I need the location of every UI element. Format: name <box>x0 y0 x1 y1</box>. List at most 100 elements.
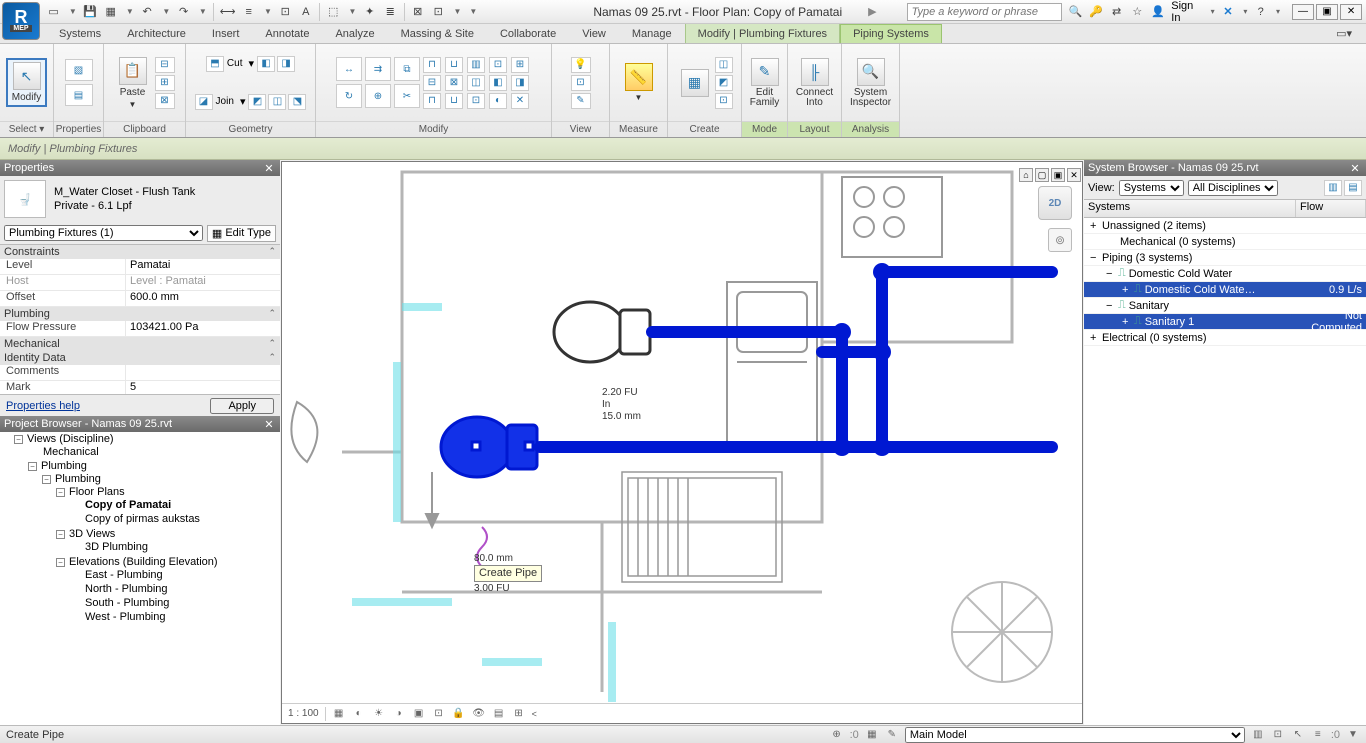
mod-10[interactable]: ◨ <box>511 75 529 91</box>
mod-12[interactable]: ⊔ <box>445 93 463 109</box>
geo-btn3[interactable]: ◩ <box>248 94 266 110</box>
property-row[interactable]: Mark5 <box>0 381 280 394</box>
tree-node[interactable]: Mechanical <box>28 446 280 458</box>
tree-root[interactable]: −Views (Discipline) <box>14 433 280 445</box>
tree-node[interactable]: Copy of Pamatai <box>70 499 280 511</box>
lock-icon[interactable]: 🔒 <box>452 708 466 720</box>
system-browser-table[interactable]: SystemsFlow +Unassigned (2 items)Mechani… <box>1084 200 1366 725</box>
create-button[interactable]: ▦ <box>677 67 713 99</box>
detail-level-icon[interactable]: ▦ <box>332 708 346 720</box>
system-inspector-button[interactable]: 🔍System Inspector <box>846 56 895 110</box>
mod-4[interactable]: ⊡ <box>489 57 507 73</box>
3d-icon[interactable]: ⬚ <box>326 4 341 20</box>
close-inactive-icon[interactable]: ⊠ <box>410 4 425 20</box>
sb-column-btn2[interactable]: ▤ <box>1344 180 1362 196</box>
view-btn3[interactable]: ✎ <box>571 93 591 109</box>
property-row[interactable]: Comments <box>0 365 280 381</box>
redo-icon[interactable]: ↷ <box>176 4 191 20</box>
ribbon-expand-icon[interactable]: ▭▾ <box>1322 24 1366 43</box>
sync-icon[interactable]: ▦ <box>103 4 118 20</box>
tab-annotate[interactable]: Annotate <box>252 24 322 43</box>
clip-button[interactable]: ⊠ <box>155 93 175 109</box>
tab-modify-plumbing[interactable]: Modify | Plumbing Fixtures <box>685 24 840 43</box>
connect-into-button[interactable]: ╟Connect Into <box>792 56 837 110</box>
tree-node[interactable]: 3D Plumbing <box>70 541 280 553</box>
rotate-button[interactable]: ↻ <box>336 84 362 108</box>
property-category[interactable]: Mechanical⌃ <box>0 337 280 351</box>
sb-col-systems[interactable]: Systems <box>1084 200 1296 217</box>
type-properties-button[interactable]: ▧ <box>65 59 93 81</box>
mod-5[interactable]: ⊞ <box>511 57 529 73</box>
mirror-button[interactable]: ⧉ <box>394 57 420 81</box>
tab-piping-systems[interactable]: Piping Systems <box>840 24 942 43</box>
st-icon2[interactable]: ▦ <box>865 729 879 741</box>
property-row[interactable]: Offset600.0 mm <box>0 291 280 307</box>
sb-col-flow[interactable]: Flow <box>1296 200 1366 217</box>
window-close-button[interactable]: ✕ <box>1340 4 1362 20</box>
favorite-icon[interactable]: ☆ <box>1130 4 1145 20</box>
binoculars-icon[interactable]: 🔍 <box>1068 4 1083 20</box>
tag-icon[interactable]: ⊡ <box>278 4 293 20</box>
scale-label[interactable]: 1 : 100 <box>288 708 319 719</box>
geo-btn4[interactable]: ◫ <box>268 94 286 110</box>
crop-region-icon[interactable]: ⊡ <box>432 708 446 720</box>
window-restore-button[interactable]: ▣ <box>1316 4 1338 20</box>
offset-button[interactable]: ⇉ <box>365 57 391 81</box>
system-row[interactable]: −Piping (3 systems) <box>1084 250 1366 266</box>
shadows-icon[interactable]: ◑ <box>392 708 406 720</box>
sb-column-btn1[interactable]: ▥ <box>1324 180 1342 196</box>
geo-btn5[interactable]: ⬔ <box>288 94 306 110</box>
save-icon[interactable]: 💾 <box>83 4 98 20</box>
measure-button[interactable]: 📏▼ <box>621 61 657 104</box>
tab-architecture[interactable]: Architecture <box>114 24 199 43</box>
cope-button[interactable]: ⬒ <box>206 56 224 72</box>
system-row[interactable]: Mechanical (0 systems) <box>1084 234 1366 250</box>
copy-button[interactable]: ⊞ <box>155 75 175 91</box>
geo-btn1[interactable]: ◧ <box>257 56 275 72</box>
visual-style-icon[interactable]: ◐ <box>352 708 366 720</box>
sb-view-select[interactable]: Systems <box>1119 180 1184 196</box>
join-label[interactable]: Join <box>216 96 234 107</box>
property-category[interactable]: Identity Data⌃ <box>0 351 280 365</box>
copy2-button[interactable]: ⊕ <box>365 84 391 108</box>
undo-icon[interactable]: ↶ <box>140 4 155 20</box>
system-browser-title-bar[interactable]: System Browser - Namas 09 25.rvt✕ <box>1084 160 1366 176</box>
properties-help-link[interactable]: Properties help <box>6 400 80 412</box>
workset-select[interactable]: Main Model <box>905 727 1245 743</box>
tree-node[interactable]: Copy of pirmas aukstas <box>70 513 280 525</box>
sb-discipline-select[interactable]: All Disciplines <box>1188 180 1278 196</box>
st-icon3[interactable]: ✎ <box>885 729 899 741</box>
edit-family-button[interactable]: ✎Edit Family <box>746 56 783 110</box>
help-icon[interactable]: ? <box>1253 4 1268 20</box>
search-play-icon[interactable]: ▶ <box>868 5 876 18</box>
system-row[interactable]: +⎍Sanitary 1Not Computed <box>1084 314 1366 330</box>
tree-node[interactable]: South - Plumbing <box>70 597 280 609</box>
trim-button[interactable]: ✂ <box>394 84 420 108</box>
reveal-icon[interactable]: ▤ <box>492 708 506 720</box>
close-icon[interactable]: ✕ <box>262 418 276 431</box>
window-minimize-button[interactable]: — <box>1292 4 1314 20</box>
tree-node[interactable]: −Plumbing <box>42 473 280 485</box>
tree-node[interactable]: −Elevations (Building Elevation) <box>56 556 280 568</box>
move-button[interactable]: ↔ <box>336 57 362 81</box>
search-input[interactable] <box>907 3 1062 21</box>
cr2[interactable]: ◩ <box>715 75 733 91</box>
close-icon[interactable]: ✕ <box>262 162 276 175</box>
st-icon1[interactable]: ⊕ <box>830 729 844 741</box>
mod-8[interactable]: ◫ <box>467 75 485 91</box>
system-row[interactable]: +⎍Domestic Cold Wate…0.9 L/s <box>1084 282 1366 298</box>
tab-massing[interactable]: Massing & Site <box>388 24 487 43</box>
project-browser-tree[interactable]: −Views (Discipline)Mechanical−Plumbing−P… <box>0 432 280 725</box>
tab-systems[interactable]: Systems <box>46 24 114 43</box>
tab-view[interactable]: View <box>569 24 619 43</box>
qat-customize-icon[interactable]: ▼ <box>469 7 477 16</box>
exchange-icon[interactable]: ⇄ <box>1109 4 1124 20</box>
mod-15[interactable]: ✕ <box>511 93 529 109</box>
project-browser-title-bar[interactable]: Project Browser - Namas 09 25.rvt✕ <box>0 416 280 432</box>
st-icon7[interactable]: ≡ <box>1311 729 1325 741</box>
section-icon[interactable]: ✦ <box>362 4 377 20</box>
property-category[interactable]: Plumbing⌃ <box>0 307 280 321</box>
open-icon[interactable]: ▭ <box>46 4 61 20</box>
mod-2[interactable]: ⊔ <box>445 57 463 73</box>
tab-collaborate[interactable]: Collaborate <box>487 24 569 43</box>
